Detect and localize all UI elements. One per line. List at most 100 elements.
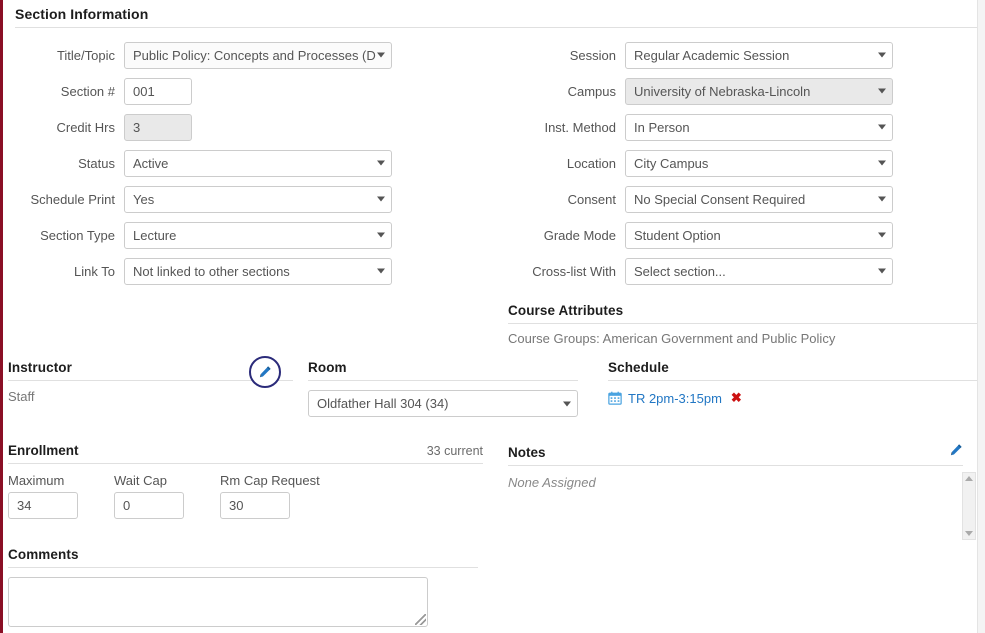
field-row: Schedule Print Yes	[15, 185, 405, 213]
wait-cap-input[interactable]: 0	[114, 492, 184, 519]
field-control: Active	[124, 149, 392, 177]
schedule-panel: Schedule TR 2pm-3:15pm ✖	[608, 360, 978, 406]
course-attributes-panel: Course Attributes Course Groups: America…	[508, 303, 978, 346]
room-select[interactable]: Oldfather Hall 304 (34)	[308, 390, 578, 417]
field-control: Public Policy: Concepts and Processes (D	[124, 41, 392, 69]
page-title: Section Information	[15, 6, 978, 28]
schedule-heading: Schedule	[608, 360, 978, 381]
chevron-down-icon	[878, 268, 886, 274]
chevron-down-icon	[878, 232, 886, 238]
schedule-entry-row: TR 2pm-3:15pm ✖	[608, 390, 978, 406]
field-control: 001	[124, 77, 192, 105]
notes-scrollbar[interactable]	[962, 472, 976, 540]
field-label: Cross-list With	[532, 263, 616, 279]
campus-select[interactable]: University of Nebraska-Lincoln	[625, 77, 893, 105]
field-control: In Person	[625, 113, 893, 141]
resize-handle-icon[interactable]	[415, 614, 426, 625]
chevron-down-icon	[563, 401, 571, 406]
maximum-label: Maximum	[8, 473, 65, 488]
status-value: Active	[133, 155, 169, 171]
course-attributes-heading: Course Attributes	[508, 303, 978, 324]
chevron-down-icon	[377, 52, 385, 58]
calendar-icon	[608, 391, 622, 405]
field-control: City Campus	[625, 149, 893, 177]
chevron-down-icon	[878, 52, 886, 58]
field-row: Consent No Special Consent Required	[508, 185, 898, 213]
section-information-header: Section Information	[15, 6, 978, 28]
enrollment-field: Wait Cap 0	[114, 473, 184, 519]
grade-mode-select[interactable]: Student Option	[625, 221, 893, 249]
schedule-print-select[interactable]: Yes	[124, 185, 392, 213]
status-select[interactable]: Active	[124, 149, 392, 177]
page-scrollbar[interactable]	[977, 0, 985, 633]
schedule-meeting-link[interactable]: TR 2pm-3:15pm	[628, 391, 722, 406]
notes-header-row: Notes	[508, 443, 963, 466]
field-label: Grade Mode	[543, 227, 616, 243]
notes-heading: Notes	[508, 445, 546, 460]
room-panel: Room Oldfather Hall 304 (34)	[308, 360, 578, 417]
field-row: Campus University of Nebraska-Lincoln	[508, 77, 898, 105]
chevron-down-icon	[878, 196, 886, 202]
maximum-input[interactable]: 34	[8, 492, 78, 519]
schedule-print-value: Yes	[133, 191, 155, 207]
enrollment-field: Rm Cap Request 30	[220, 473, 320, 519]
section-input[interactable]: 001	[124, 77, 192, 105]
x-delete-icon[interactable]: ✖	[731, 390, 742, 406]
session-select[interactable]: Regular Academic Session	[625, 41, 893, 69]
scroll-down-icon[interactable]	[965, 531, 973, 536]
field-row: Credit Hrs 3	[15, 113, 405, 141]
comments-textarea[interactable]	[8, 577, 428, 627]
field-row: Cross-list With Select section...	[508, 257, 898, 285]
comments-panel: Comments	[8, 547, 478, 627]
session-value: Regular Academic Session	[634, 47, 790, 63]
section-detail-page: Section Information Title/Topic Public Po…	[0, 0, 985, 633]
enrollment-heading: Enrollment	[8, 443, 79, 458]
field-row: Section Type Lecture	[15, 221, 405, 249]
enrollment-header-row: Enrollment 33 current	[8, 443, 483, 464]
scroll-up-icon[interactable]	[965, 476, 973, 481]
field-control: Lecture	[124, 221, 392, 249]
rm-cap-request-input[interactable]: 30	[220, 492, 290, 519]
location-value: City Campus	[634, 155, 709, 171]
field-control: 3	[124, 113, 192, 141]
field-label: Section #	[60, 83, 115, 99]
chevron-down-icon	[377, 232, 385, 238]
chevron-down-icon	[377, 160, 385, 166]
field-control: University of Nebraska-Lincoln	[625, 77, 893, 105]
field-label: Campus	[567, 83, 616, 99]
course-attributes-text: Course Groups: American Government and P…	[508, 331, 836, 346]
field-label: Location	[566, 155, 616, 171]
enrollment-field: Maximum 34	[8, 473, 78, 519]
pencil-icon	[949, 444, 963, 460]
title-topic-value: Public Policy: Concepts and Processes (D	[133, 47, 376, 63]
field-row: Session Regular Academic Session	[508, 41, 898, 69]
field-row: Grade Mode Student Option	[508, 221, 898, 249]
chevron-down-icon	[878, 88, 886, 94]
link-to-select[interactable]: Not linked to other sections	[124, 257, 392, 285]
inst-method-value: In Person	[634, 119, 690, 135]
chevron-down-icon	[878, 124, 886, 130]
field-control: Regular Academic Session	[625, 41, 893, 69]
cross-list-with-select[interactable]: Select section...	[625, 257, 893, 285]
field-label: Session	[569, 47, 616, 63]
section-type-select[interactable]: Lecture	[124, 221, 392, 249]
notes-edit-button[interactable]	[949, 443, 963, 457]
chevron-down-icon	[377, 196, 385, 202]
comments-heading: Comments	[8, 547, 478, 568]
notes-panel: Notes None Assigned	[508, 443, 963, 490]
instructor-value: Staff	[8, 389, 35, 404]
enrollment-panel: Enrollment 33 current Maximum 34 Wait Cap 0…	[8, 443, 483, 519]
location-select[interactable]: City Campus	[625, 149, 893, 177]
enrollment-current-count: 33 current	[426, 444, 483, 458]
consent-select[interactable]: No Special Consent Required	[625, 185, 893, 213]
instructor-edit-button[interactable]	[249, 356, 281, 388]
field-row: Link To Not linked to other sections	[15, 257, 405, 285]
field-label: Inst. Method	[544, 119, 616, 135]
field-control: Yes	[124, 185, 392, 213]
field-row: Title/Topic Public Policy: Concepts and P…	[15, 41, 405, 69]
inst-method-select[interactable]: In Person	[625, 113, 893, 141]
title-topic-select[interactable]: Public Policy: Concepts and Processes (D	[124, 41, 392, 69]
field-row: Location City Campus	[508, 149, 898, 177]
room-heading: Room	[308, 360, 578, 381]
field-label: Status	[78, 155, 115, 171]
